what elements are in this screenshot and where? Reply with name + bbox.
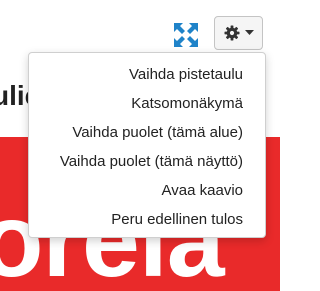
menu-item-change-scoreboard[interactable]: Vaihda pistetaulu xyxy=(29,60,265,89)
settings-dropdown-menu: Vaihda pistetaulu Katsomonäkymä Vaihda p… xyxy=(28,52,266,238)
menu-item-undo-last-result[interactable]: Peru edellinen tulos xyxy=(29,205,265,234)
gear-icon xyxy=(224,25,239,41)
menu-item-switch-sides-screen[interactable]: Vaihda puolet (tämä näyttö) xyxy=(29,147,265,176)
expand-arrows-icon[interactable] xyxy=(173,22,199,48)
menu-item-open-chart[interactable]: Avaa kaavio xyxy=(29,176,265,205)
settings-dropdown-button[interactable] xyxy=(214,16,263,50)
caret-down-icon xyxy=(244,30,254,35)
page: ulic orela Vaihda pistetaulu Kat xyxy=(0,0,280,291)
menu-item-switch-sides-area[interactable]: Vaihda puolet (tämä alue) xyxy=(29,118,265,147)
menu-item-spectator-view[interactable]: Katsomonäkymä xyxy=(29,89,265,118)
